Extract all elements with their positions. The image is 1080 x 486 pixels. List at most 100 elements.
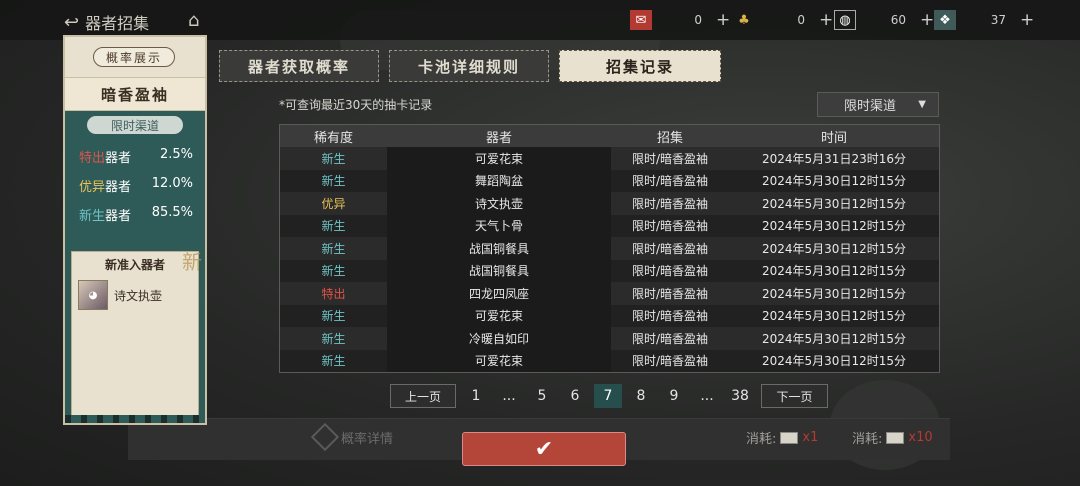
page-number-5[interactable]: 5 (528, 384, 556, 408)
panel-header: 概率展示 (65, 37, 205, 77)
new-item-box: 新准入器者 新 ◕ 诗文执壶 (71, 250, 202, 421)
time-cell: 2024年5月30日12时15分 (729, 169, 939, 192)
pool-cell: 限时/暗香盈袖 (611, 304, 729, 327)
top-bar: ↩ 器者招集 ⌂ ✉ 0 + ♣ 0 + ◍ 60 + ❖ 37 + (0, 0, 1080, 40)
home-icon[interactable]: ⌂ (188, 10, 199, 31)
page-number-9[interactable]: 9 (660, 384, 688, 408)
probability-detail-link: 概率详情 (310, 422, 419, 452)
currency-gold-envelope: ♣ 0 + (733, 9, 833, 31)
rarity-cell: 特出 (280, 282, 387, 305)
table-row: 特出 四龙四凤座 限时/暗香盈袖 2024年5月30日12时15分 (280, 282, 939, 305)
tab-recruit-records[interactable]: 招集记录 (559, 50, 721, 82)
tab-acquire-probability[interactable]: 器者获取概率 (219, 50, 379, 82)
probability-panel: 概率展示 暗香盈袖 限时渠道 特出器者 2.5% 优异器者 12.0% 新生器者… (63, 35, 207, 425)
cost-label: 消耗: (746, 432, 777, 447)
rate-row-special: 特出器者 2.5% (79, 147, 193, 166)
records-note: *可查询最近30天的抽卡记录 (279, 98, 433, 112)
header-time: 时间 (820, 130, 847, 146)
rate-tier: 新生 (79, 209, 106, 224)
token-icon: ◍ (834, 10, 856, 30)
rate-label: 器者 (105, 180, 132, 195)
new-item-entry[interactable]: ◕ 诗文执壶 (78, 278, 194, 312)
time-cell: 2024年5月31日23时16分 (729, 147, 939, 170)
gold-envelope-icon: ♣ (738, 12, 750, 28)
item-name-cell: 四龙四凤座 (387, 282, 611, 305)
pool-cell: 限时/暗香盈袖 (611, 282, 729, 305)
rarity-cell: 新生 (280, 147, 387, 170)
add-gold-envelope-button[interactable]: + (819, 10, 833, 30)
pool-cell: 限时/暗香盈袖 (611, 237, 729, 260)
page-number-38[interactable]: 38 (726, 384, 754, 408)
table-row: 新生 可爱花束 限时/暗香盈袖 2024年5月30日12时15分 (280, 349, 939, 372)
header-item: 器者 (387, 125, 611, 147)
time-cell: 2024年5月30日12时15分 (729, 282, 939, 305)
new-item-title: 新准入器者 (104, 257, 165, 272)
rate-tier: 特出 (79, 151, 106, 166)
currency-value: 0 (694, 13, 702, 27)
pool-title: 暗香盈袖 (65, 77, 205, 111)
item-name-cell: 冷暖自如印 (387, 327, 611, 350)
item-name-cell: 战国铜餐具 (387, 259, 611, 282)
page-number-1[interactable]: 1 (462, 384, 490, 408)
envelope-icon (886, 431, 905, 444)
rarity-cell: 新生 (280, 304, 387, 327)
next-page-button[interactable]: 下一页 (761, 384, 828, 408)
add-token-button[interactable]: + (920, 10, 934, 30)
currency-token: ◍ 60 + (834, 9, 934, 31)
pool-cell: 限时/暗香盈袖 (611, 349, 729, 372)
time-cell: 2024年5月30日12时15分 (729, 214, 939, 237)
currency-value: 37 (990, 13, 1006, 27)
table-header: 稀有度 器者 招集 时间 (280, 125, 939, 147)
page-ellipsis: ... (700, 388, 714, 404)
filter-label: 限时渠道 (844, 99, 897, 114)
records-table: 稀有度 器者 招集 时间 新生 可爱花束 限时/暗香盈袖 2024年5月31日23时1… (279, 124, 940, 373)
channel-filter-dropdown[interactable]: 限时渠道 ▼ (817, 92, 939, 117)
rate-row-newborn: 新生器者 85.5% (79, 205, 193, 224)
table-row: 新生 可爱花束 限时/暗香盈袖 2024年5月31日23时16分 (280, 147, 939, 170)
rate-row-excellent: 优异器者 12.0% (79, 176, 193, 195)
item-name-cell: 天气卜骨 (387, 214, 611, 237)
time-cell: 2024年5月30日12时15分 (729, 327, 939, 350)
rate-value: 12.0% (151, 176, 193, 191)
envelope-red-icon: ✉ (630, 10, 652, 30)
item-name-cell: 可爱花束 (387, 349, 611, 372)
panel-bottom-border (65, 415, 205, 423)
header-rarity: 稀有度 (313, 130, 353, 146)
character-avatar: ◕ (78, 280, 108, 310)
tab-pool-rules[interactable]: 卡池详细规则 (389, 50, 549, 82)
pool-cell: 限时/暗香盈袖 (611, 327, 729, 350)
confirm-button[interactable]: ✔ (462, 432, 626, 466)
diamond-icon (310, 422, 340, 452)
time-cell: 2024年5月30日12时15分 (729, 192, 939, 215)
prev-page-button[interactable]: 上一页 (390, 384, 456, 408)
cost-label: 消耗: (852, 432, 883, 447)
scroll-icon: ❖ (934, 10, 956, 30)
back-arrow-icon: ↩ (64, 11, 80, 33)
rate-value: 2.5% (159, 147, 193, 162)
table-row: 新生 冷暖自如印 限时/暗香盈袖 2024年5月30日12时15分 (280, 327, 939, 350)
cost-single: 消耗: x1 (746, 428, 818, 447)
caret-down-icon: ▼ (918, 99, 926, 110)
page-number-7[interactable]: 7 (594, 384, 622, 408)
currency-scroll: ❖ 37 + (934, 9, 1034, 31)
page-number-8[interactable]: 8 (627, 384, 655, 408)
page-number-6[interactable]: 6 (561, 384, 589, 408)
item-name-cell: 可爱花束 (387, 147, 611, 170)
rarity-cell: 新生 (280, 327, 387, 350)
rarity-cell: 新生 (280, 259, 387, 282)
cost-ten: 消耗: x10 (852, 428, 933, 447)
rarity-cell: 新生 (280, 349, 387, 372)
add-envelope-button[interactable]: + (716, 10, 730, 30)
envelope-icon (780, 431, 799, 444)
back-button[interactable]: ↩ 器者招集 (64, 10, 149, 34)
pool-cell: 限时/暗香盈袖 (611, 169, 729, 192)
time-cell: 2024年5月30日12时15分 (729, 259, 939, 282)
item-name-cell: 战国铜餐具 (387, 237, 611, 260)
cost-value: x10 (908, 430, 933, 445)
time-cell: 2024年5月30日12时15分 (729, 304, 939, 327)
add-scroll-button[interactable]: + (1020, 10, 1034, 30)
rate-label: 器者 (105, 209, 132, 224)
table-row: 新生 舞蹈陶盆 限时/暗香盈袖 2024年5月30日12时15分 (280, 169, 939, 192)
rarity-cell: 优异 (280, 192, 387, 215)
rarity-cell: 新生 (280, 214, 387, 237)
